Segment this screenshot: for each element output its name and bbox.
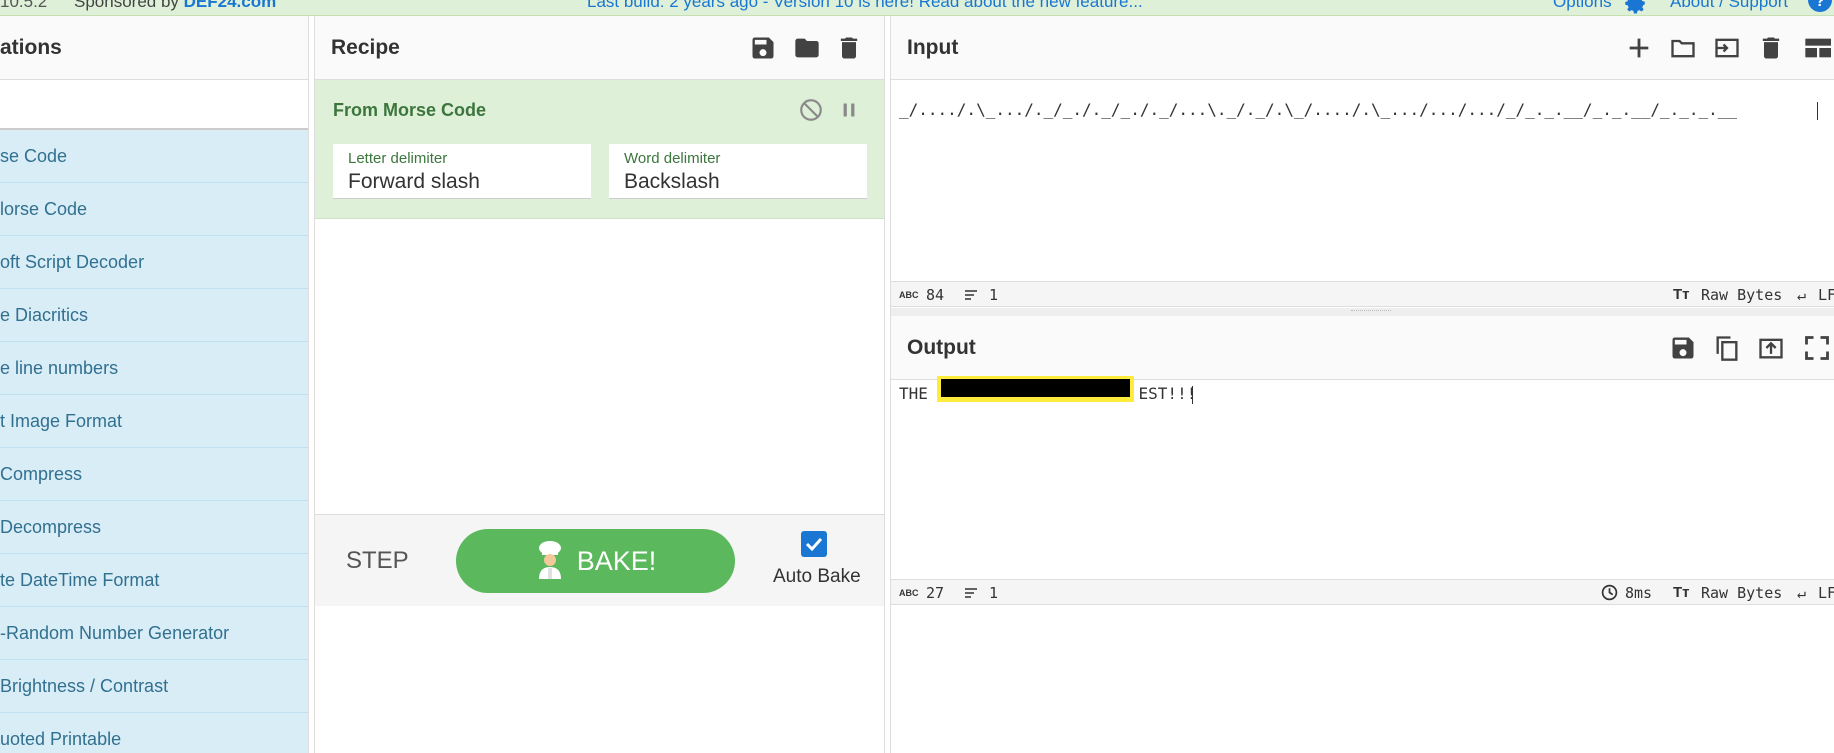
operation-item[interactable]: -Random Number Generator	[0, 607, 308, 660]
open-folder-icon[interactable]	[1669, 34, 1697, 62]
output-eol[interactable]: LF	[1818, 584, 1834, 602]
input-header: Input	[891, 16, 1834, 80]
output-suffix: EST!!!	[1138, 384, 1197, 403]
operation-name: From Morse Code	[333, 100, 487, 120]
operations-panel: ations se Code lorse Code oft Script Dec…	[0, 16, 309, 753]
io-panel: Input _/..../.\_.../._/_./._/_./._/...\.…	[890, 16, 1834, 753]
sponsor-text[interactable]: Sponsored by DEF24.com	[74, 0, 276, 12]
operation-item[interactable]: t Image Format	[0, 395, 308, 448]
add-input-icon[interactable]	[1625, 34, 1653, 62]
open-file-icon[interactable]	[1713, 34, 1741, 62]
operation-item[interactable]: Brightness / Contrast	[0, 660, 308, 713]
save-output-icon[interactable]	[1669, 334, 1697, 362]
text-format-icon[interactable]: Tт	[1673, 286, 1690, 303]
input-text[interactable]: _/..../.\_.../._/_./._/_./._/...\._/._/.…	[899, 100, 1737, 119]
recipe-title: Recipe	[331, 36, 400, 59]
input-cursor	[1817, 102, 1818, 120]
output-encoding[interactable]: Raw Bytes	[1701, 584, 1782, 602]
clock-icon	[1601, 584, 1618, 601]
save-icon[interactable]	[749, 34, 777, 62]
chef-icon	[538, 540, 561, 579]
maximize-icon[interactable]	[1803, 334, 1831, 362]
input-value: _/..../.\_.../._/_./._/_./._/...\._/._/.…	[899, 100, 1738, 119]
version-text: 10.5.2	[0, 0, 48, 11]
word-delimiter-label: Word delimiter	[624, 150, 721, 167]
letter-delimiter-value[interactable]: Forward slash	[348, 170, 480, 194]
auto-bake-label: Auto Bake	[773, 566, 861, 587]
recipe-controls: STEP BAKE! Auto Bake	[315, 514, 884, 606]
letter-delimiter-label: Letter delimiter	[348, 150, 448, 167]
check-icon	[805, 537, 823, 552]
input-length: 84	[926, 286, 945, 304]
about-support-link[interactable]: About / Support	[1670, 0, 1788, 12]
layout-icon[interactable]	[1803, 34, 1831, 62]
options-link[interactable]: Options	[1553, 0, 1612, 12]
operations-list: se Code lorse Code oft Script Decoder e …	[0, 130, 308, 753]
operation-item[interactable]: e line numbers	[0, 342, 308, 395]
step-button[interactable]: STEP	[346, 547, 409, 575]
recipe-panel: Recipe From Morse Code Letter delimiter …	[314, 16, 885, 753]
operations-search-input[interactable]	[0, 80, 308, 130]
eol-icon[interactable]: ↵	[1797, 584, 1806, 602]
output-title: Output	[907, 336, 976, 359]
operation-item[interactable]: e Diacritics	[0, 289, 308, 342]
eol-icon[interactable]: ↵	[1797, 286, 1806, 304]
input-eol[interactable]: LF	[1818, 286, 1834, 304]
bake-button[interactable]: BAKE!	[456, 529, 735, 593]
auto-bake-checkbox[interactable]	[801, 531, 827, 557]
operation-item[interactable]: oft Script Decoder	[0, 236, 308, 289]
folder-icon[interactable]	[793, 34, 821, 62]
output-status-bar: ABC 27 1 8ms Tт Raw Bytes ↵ LF	[891, 579, 1834, 605]
trash-icon[interactable]	[835, 34, 863, 62]
lines-icon	[965, 290, 977, 300]
recipe-header: Recipe	[315, 16, 884, 80]
operations-title: ations	[0, 16, 308, 80]
help-icon[interactable]: ?	[1808, 0, 1832, 12]
replace-input-icon[interactable]	[1757, 334, 1785, 362]
letter-delimiter-field[interactable]: Letter delimiter Forward slash	[333, 144, 591, 199]
build-notice-link[interactable]: Last build: 2 years ago - Version 10 is …	[587, 0, 1143, 12]
input-encoding[interactable]: Raw Bytes	[1701, 286, 1782, 304]
operation-item[interactable]: Compress	[0, 448, 308, 501]
copy-icon[interactable]	[1713, 334, 1741, 362]
sponsor-link[interactable]: DEF24.com	[184, 0, 277, 11]
output-header: Output	[891, 316, 1834, 380]
operation-item[interactable]: uoted Printable	[0, 713, 308, 753]
word-delimiter-value[interactable]: Backslash	[624, 170, 720, 194]
output-cursor	[1192, 386, 1193, 404]
bake-label: BAKE!	[576, 546, 657, 576]
disable-icon[interactable]	[798, 97, 824, 123]
clear-input-icon[interactable]	[1757, 34, 1785, 62]
operation-item[interactable]: lorse Code	[0, 183, 308, 236]
output-prefix: THE	[899, 384, 938, 403]
top-banner: 10.5.2 Sponsored by DEF24.com Last build…	[0, 0, 1834, 16]
recipe-operation[interactable]: From Morse Code Letter delimiter Forward…	[315, 80, 884, 219]
gear-icon[interactable]	[1622, 0, 1648, 16]
output-lines: 1	[989, 584, 999, 602]
pause-icon[interactable]	[836, 97, 862, 123]
sponsor-prefix: Sponsored by	[74, 0, 179, 11]
output-time: 8ms	[1625, 584, 1653, 602]
input-status-bar: ABC 84 1 Tт Raw Bytes ↵ LF	[891, 281, 1834, 307]
input-lines: 1	[989, 286, 999, 304]
text-format-icon[interactable]: Tт	[1673, 584, 1690, 601]
input-title: Input	[907, 36, 959, 59]
operation-item[interactable]: te DateTime Format	[0, 554, 308, 607]
word-delimiter-field[interactable]: Word delimiter Backslash	[609, 144, 867, 199]
io-resizer[interactable]	[891, 308, 1834, 316]
output-length: 27	[926, 584, 945, 602]
operation-item[interactable]: Decompress	[0, 501, 308, 554]
length-icon: ABC	[899, 588, 919, 598]
length-icon: ABC	[899, 290, 919, 300]
operation-item[interactable]: se Code	[0, 130, 308, 183]
lines-icon	[965, 588, 977, 598]
redacted-highlight	[937, 376, 1134, 402]
